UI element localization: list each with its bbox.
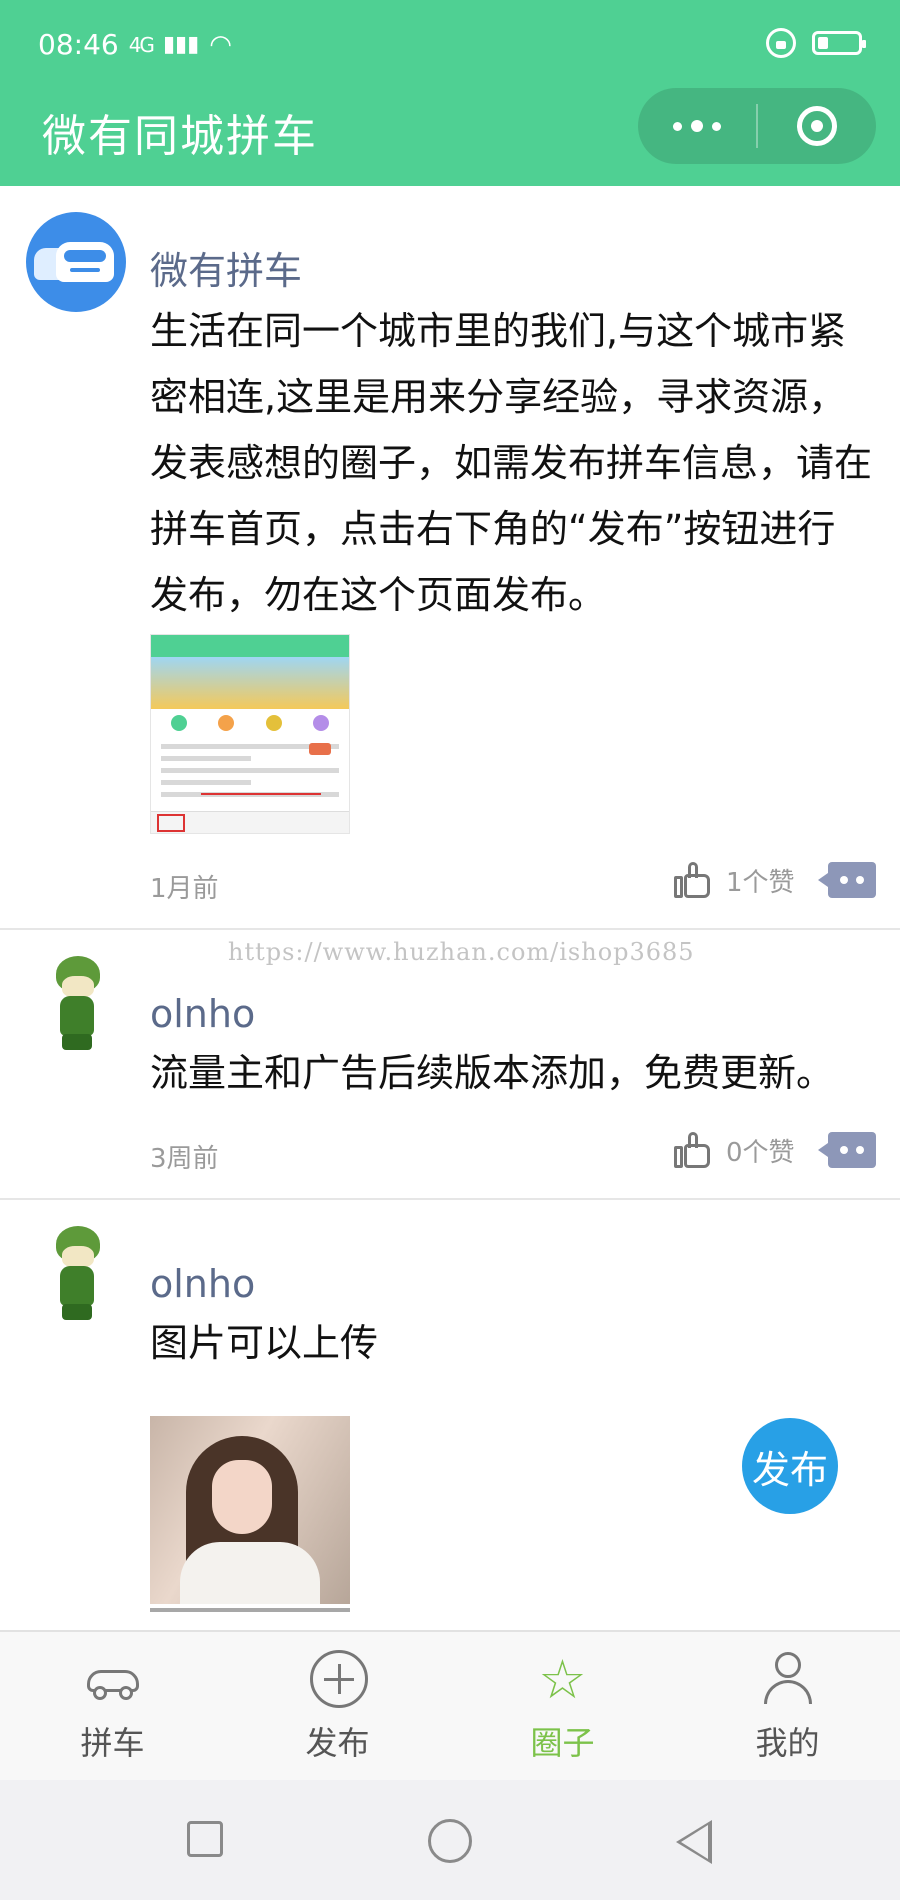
car-icon — [81, 1652, 145, 1708]
header-bar: 08:46 4G ▮▮▮ ◠ 微有同城拼车 — [0, 0, 900, 186]
tab-mine[interactable]: 我的 — [675, 1632, 900, 1780]
post-item: 微有拼车 生活在同一个城市里的我们,与这个城市紧密相连,这里是用来分享经验，寻求… — [0, 186, 900, 930]
post-content: 生活在同一个城市里的我们,与这个城市紧密相连,这里是用来分享经验，寻求资源，发表… — [150, 309, 873, 617]
comment-icon[interactable] — [818, 862, 876, 898]
bottom-tab-bar: 拼车 发布 ☆ 圈子 我的 — [0, 1630, 900, 1780]
like-button[interactable]: 1个赞 — [672, 860, 795, 900]
home-icon[interactable] — [428, 1819, 472, 1863]
user-icon — [756, 1652, 820, 1708]
post-author[interactable]: olnho — [150, 1262, 255, 1306]
status-time: 08:46 — [38, 28, 119, 61]
status-bar-left: 08:46 4G ▮▮▮ ◠ — [38, 28, 232, 61]
like-count: 1个赞 — [726, 867, 795, 898]
tab-carpool[interactable]: 拼车 — [0, 1632, 225, 1780]
post-author[interactable]: olnho — [150, 992, 255, 1036]
back-icon[interactable] — [676, 1820, 712, 1864]
tab-publish[interactable]: 发布 — [225, 1632, 450, 1780]
system-nav-bar — [0, 1780, 900, 1900]
feed-list[interactable]: 微有拼车 生活在同一个城市里的我们,与这个城市紧密相连,这里是用来分享经验，寻求… — [0, 186, 900, 1630]
like-button[interactable]: 0个赞 — [672, 1130, 795, 1170]
publish-fab-button[interactable]: 发布 — [742, 1418, 838, 1514]
post-item: olnho 图片可以上传 — [0, 1200, 900, 1630]
plus-circle-icon — [306, 1650, 370, 1708]
close-target-icon[interactable] — [758, 88, 876, 164]
post-time: 3周前 — [150, 1144, 219, 1174]
post-content: 流量主和广告后续版本添加，免费更新。 — [150, 1051, 835, 1095]
post-item: olnho 流量主和广告后续版本添加，免费更新。 3周前 0个赞 — [0, 930, 900, 1200]
app-title: 微有同城拼车 — [42, 111, 318, 162]
post-image[interactable] — [150, 634, 350, 834]
tab-label: 拼车 — [80, 1724, 145, 1762]
more-dots-icon[interactable] — [638, 88, 756, 164]
avatar[interactable] — [26, 212, 126, 312]
status-bar-right — [766, 28, 866, 58]
thumbs-up-icon — [672, 1130, 712, 1170]
star-icon: ☆ — [538, 1648, 587, 1711]
tab-label: 圈子 — [530, 1724, 595, 1762]
tab-label: 我的 — [755, 1724, 820, 1762]
thumbs-up-icon — [672, 860, 712, 900]
recent-apps-icon[interactable] — [187, 1821, 223, 1857]
avatar[interactable] — [26, 1224, 126, 1324]
photo-caption-strip — [150, 1608, 350, 1612]
post-photo[interactable] — [150, 1416, 350, 1604]
avatar[interactable] — [26, 954, 126, 1054]
battery-icon — [812, 31, 866, 55]
tab-label: 发布 — [305, 1724, 370, 1762]
lock-icon — [766, 28, 796, 58]
watermark-text: https://www.huzhan.com/ishop3685 — [228, 938, 695, 966]
signal-icon: ▮▮▮ — [162, 32, 200, 57]
wifi-icon: ◠ — [209, 29, 232, 60]
post-author[interactable]: 微有拼车 — [150, 240, 302, 295]
comment-icon[interactable] — [818, 1132, 876, 1168]
post-time: 1月前 — [150, 874, 219, 904]
network-label: 4G — [128, 32, 155, 57]
post-content: 图片可以上传 — [150, 1321, 379, 1365]
like-count: 0个赞 — [726, 1137, 795, 1168]
mini-program-capsule — [638, 88, 876, 164]
tab-circle[interactable]: ☆ 圈子 — [450, 1632, 675, 1780]
